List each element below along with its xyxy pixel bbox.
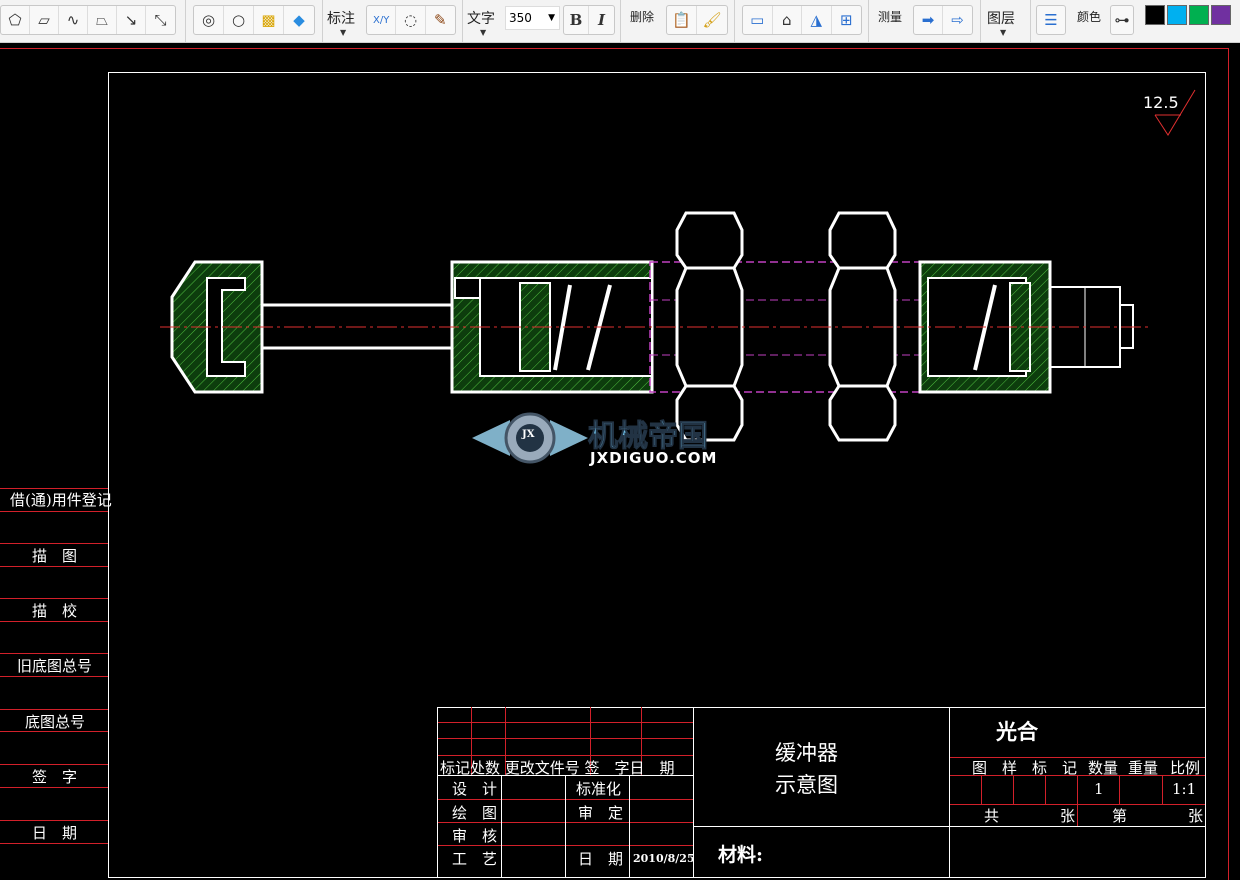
- delete-button[interactable]: 删除: [630, 8, 654, 25]
- scale-value: 1:1: [1172, 780, 1197, 798]
- trapezoid-icon[interactable]: ⏢: [88, 6, 117, 34]
- drawing-canvas[interactable]: 12.5 JX 机械帝国 JXDIGUO.COM 借(通)用件登记 描 图 描 …: [0, 43, 1240, 880]
- paste-icon[interactable]: 📋: [667, 6, 697, 34]
- circle-tangent-icon[interactable]: ◎: [194, 6, 224, 34]
- standard-label: 标准化: [576, 780, 622, 798]
- date-value: 2010/8/25: [633, 852, 695, 865]
- side-label: 借(通)用件登记: [10, 491, 112, 509]
- array-icon[interactable]: ⊞: [832, 6, 861, 34]
- col-quantity: 数量: [1088, 759, 1119, 777]
- drawing-label: 绘 图: [452, 804, 498, 822]
- review-label: 审 核: [452, 827, 498, 845]
- italic-button[interactable]: I: [589, 6, 614, 34]
- text-menu[interactable]: 文字: [467, 8, 495, 28]
- bold-button[interactable]: B: [564, 6, 589, 34]
- rectangle-icon[interactable]: ▭: [743, 6, 773, 34]
- linetype-button[interactable]: ☰: [1036, 5, 1066, 35]
- date-label: 日 期: [578, 850, 624, 868]
- linetype-icon: ☰: [1044, 11, 1058, 29]
- color-swatch-blue[interactable]: [1167, 5, 1187, 25]
- dimension-icon[interactable]: ✎: [426, 6, 455, 34]
- side-label: 旧底图总号: [17, 657, 93, 675]
- toolbar: ⬠ ▱ ∿ ⏢ ↘ ⤡ ◎ ○ ▩ ◆ 标注 ▼ X/Y ◌ ✎ 文字 ▼ 35…: [0, 0, 1240, 43]
- logo-badge: JX: [522, 429, 535, 440]
- coordinate-icon[interactable]: X/Y: [367, 6, 397, 34]
- drawing-title-line2: 示意图: [775, 773, 838, 797]
- double-arrow-icon[interactable]: ⤡: [146, 6, 175, 34]
- color-swatch-purple[interactable]: [1211, 5, 1231, 25]
- measure-button[interactable]: 测量: [878, 8, 902, 25]
- sheet-unit: 张: [1060, 807, 1076, 825]
- quantity-value: 1: [1094, 780, 1104, 798]
- nth-label: 第: [1112, 807, 1128, 825]
- chevron-down-icon: ▼: [480, 28, 487, 37]
- col-scale: 比例: [1170, 759, 1201, 777]
- chevron-down-icon: ▼: [1000, 28, 1007, 37]
- annotate-menu[interactable]: 标注: [327, 8, 355, 28]
- sheet-unit: 张: [1188, 807, 1204, 825]
- side-label: 描 图: [32, 547, 78, 565]
- font-style-group: B I: [563, 5, 615, 35]
- chevron-down-icon: ▼: [340, 28, 347, 37]
- import-image-icon[interactable]: ➡: [914, 6, 944, 34]
- transform-group: ▭ ⌂ ◮ ⊞: [742, 5, 862, 35]
- roughness-value: 12.5: [1143, 93, 1179, 112]
- arrow-line-icon[interactable]: ↘: [117, 6, 146, 34]
- total-label: 共: [984, 807, 1000, 825]
- group-button[interactable]: ⊶: [1110, 5, 1134, 35]
- spline-icon[interactable]: ∿: [59, 6, 88, 34]
- col-weight: 重量: [1128, 759, 1159, 777]
- group-icon: ⊶: [1114, 11, 1130, 29]
- pentagon-icon[interactable]: ⬠: [1, 6, 30, 34]
- col-drawing-mark: 图 样 标 记: [972, 759, 1078, 777]
- edit-group: ◎ ○ ▩ ◆: [193, 5, 315, 35]
- side-label: 描 校: [32, 602, 78, 620]
- annotate-group: X/Y ◌ ✎: [366, 5, 456, 35]
- side-label: 日 期: [32, 824, 78, 842]
- side-label: 底图总号: [25, 713, 86, 731]
- stretch-icon[interactable]: ⌂: [773, 6, 802, 34]
- parallelogram-icon[interactable]: ▱: [30, 6, 59, 34]
- chevron-down-icon: ▼: [548, 13, 555, 23]
- approve-label: 审 定: [578, 804, 624, 822]
- polygon-circle-icon[interactable]: ○: [224, 6, 254, 34]
- process-label: 工 艺: [452, 850, 498, 868]
- clipboard-group: 📋 🖌: [666, 5, 728, 35]
- color-button[interactable]: 颜色: [1077, 8, 1101, 25]
- logo-url: JXDIGUO.COM: [590, 449, 718, 467]
- draw-shapes-group: ⬠ ▱ ∿ ⏢ ↘ ⤡: [0, 5, 176, 35]
- hatch-icon[interactable]: ▩: [254, 6, 284, 34]
- company-name: 光合: [996, 719, 1038, 744]
- revision-header: 标记处数 更改文件号 签 字日 期: [440, 759, 675, 777]
- import-table-icon[interactable]: ⇨: [943, 6, 972, 34]
- color-swatch-green[interactable]: [1189, 5, 1209, 25]
- material-label: 材料:: [718, 844, 764, 866]
- fill-icon[interactable]: ◆: [284, 6, 314, 34]
- radius-icon[interactable]: ◌: [396, 6, 426, 34]
- color-swatch-black[interactable]: [1145, 5, 1165, 25]
- side-label: 签 字: [32, 768, 78, 786]
- import-group: ➡ ⇨: [913, 5, 973, 35]
- drawing-title-line1: 缓冲器: [775, 741, 838, 765]
- layer-menu[interactable]: 图层: [987, 8, 1015, 28]
- font-size-select[interactable]: 350 ▼: [505, 6, 560, 30]
- mirror-icon[interactable]: ◮: [802, 6, 832, 34]
- format-brush-icon[interactable]: 🖌: [697, 6, 727, 34]
- design-label: 设 计: [452, 780, 498, 798]
